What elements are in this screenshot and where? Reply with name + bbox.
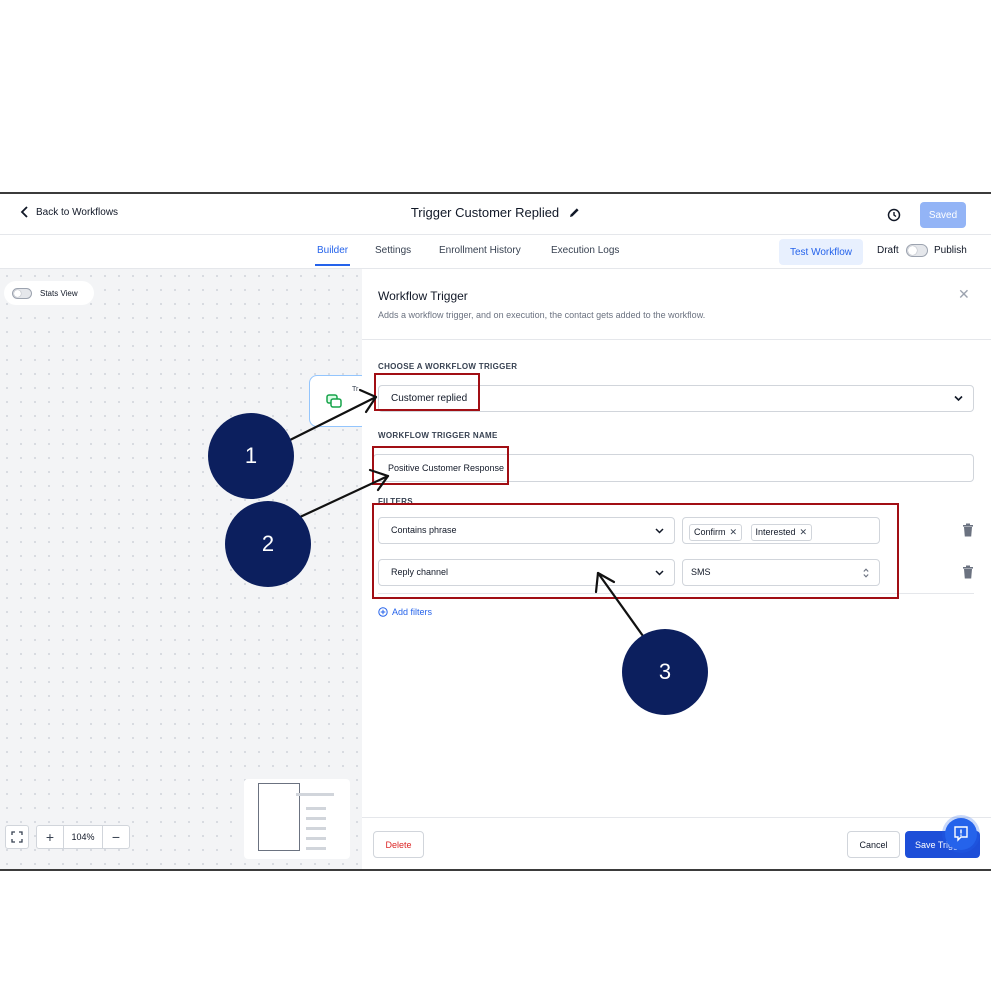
stats-view-label: Stats View	[40, 288, 78, 298]
workflow-canvas[interactable]: Stats View Tr + 104% −	[0, 269, 369, 869]
chat-icon	[954, 826, 968, 842]
help-chat-button[interactable]	[945, 818, 977, 850]
tab-enrollment-history[interactable]: Enrollment History	[439, 245, 521, 256]
draft-label: Draft	[877, 245, 899, 256]
minimap-line	[306, 817, 326, 820]
stats-view-toggle[interactable]	[12, 287, 32, 299]
workflow-title-bar: Trigger Customer Replied	[0, 205, 991, 220]
add-filters-button[interactable]: Add filters	[378, 607, 432, 617]
close-icon[interactable]: ✕	[958, 287, 972, 301]
minimap-line	[296, 793, 334, 796]
test-workflow-button[interactable]: Test Workflow	[779, 239, 863, 265]
panel-title: Workflow Trigger	[378, 289, 468, 303]
tab-builder[interactable]: Builder	[314, 245, 351, 266]
stats-view-control[interactable]: Stats View	[4, 281, 94, 305]
minimap-line	[306, 837, 326, 840]
minimap-line	[306, 807, 326, 810]
chevron-down-icon	[954, 395, 963, 402]
minimap-line	[306, 827, 326, 830]
delete-button[interactable]: Delete	[373, 831, 424, 858]
trigger-name-label: WORKFLOW TRIGGER NAME	[378, 431, 498, 440]
workflow-title: Trigger Customer Replied	[410, 205, 560, 220]
minimap[interactable]	[244, 779, 350, 859]
panel-description: Adds a workflow trigger, and on executio…	[378, 310, 706, 320]
fit-to-screen-button[interactable]	[5, 825, 29, 849]
zoom-in-button[interactable]: +	[37, 829, 63, 845]
highlight-trigger-select	[374, 373, 480, 411]
panel-divider	[362, 339, 991, 340]
add-filters-label: Add filters	[392, 607, 433, 617]
zoom-controls: + 104% −	[36, 825, 130, 849]
minimap-line	[306, 847, 326, 850]
zoom-out-button[interactable]: −	[103, 829, 129, 845]
trash-icon[interactable]	[962, 523, 974, 537]
tab-settings[interactable]: Settings	[375, 245, 411, 256]
callout-1: 1	[208, 413, 294, 499]
trigger-node-label: Tr	[352, 386, 359, 393]
minimap-viewport[interactable]	[258, 783, 300, 851]
callout-3: 3	[622, 629, 708, 715]
history-icon[interactable]	[886, 207, 902, 223]
tab-execution-logs[interactable]: Execution Logs	[551, 245, 619, 256]
saved-button[interactable]: Saved	[920, 202, 966, 228]
highlight-filters	[372, 503, 899, 599]
plus-circle-icon	[378, 607, 388, 617]
choose-trigger-label: CHOOSE A WORKFLOW TRIGGER	[378, 362, 518, 371]
cancel-button[interactable]: Cancel	[847, 831, 900, 858]
expand-icon	[11, 831, 23, 843]
chat-bubbles-icon	[326, 394, 342, 408]
trigger-node[interactable]: Tr	[309, 375, 369, 427]
pencil-icon[interactable]	[569, 207, 580, 218]
zoom-level: 104%	[63, 826, 103, 848]
footer-divider	[362, 817, 991, 818]
tabs-bar: Builder Settings Enrollment History Exec…	[0, 235, 991, 269]
callout-2: 2	[225, 501, 311, 587]
highlight-trigger-name	[372, 446, 509, 485]
top-bar: Back to Workflows Trigger Customer Repli…	[0, 194, 991, 235]
trash-icon[interactable]	[962, 565, 974, 579]
publish-label: Publish	[934, 245, 967, 256]
publish-toggle[interactable]	[906, 244, 928, 257]
